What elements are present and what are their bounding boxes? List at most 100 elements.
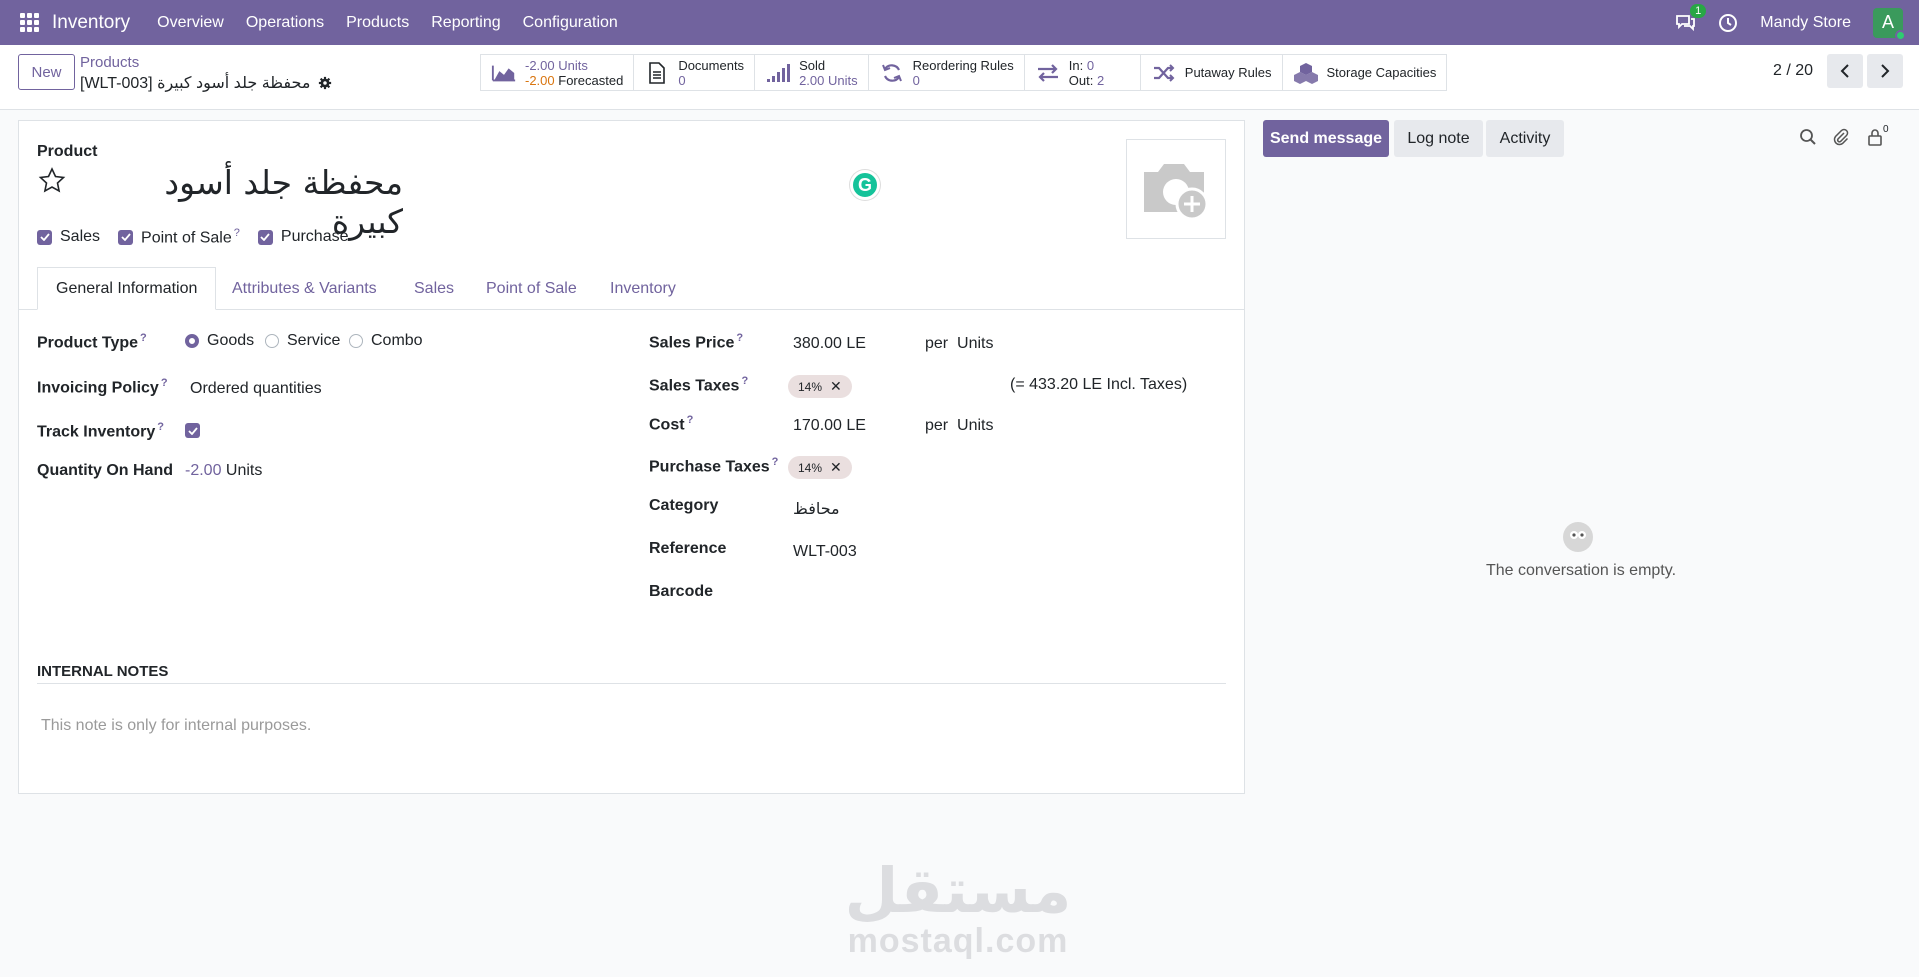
category-select[interactable]: محافظ [793,499,840,519]
record-pager: 2 / 20 [1773,54,1903,88]
product-type-combo-radio[interactable]: Combo [349,332,423,350]
signal-bars-icon [765,62,791,84]
track-inventory-checkbox[interactable] [185,423,200,438]
invoicing-policy-select[interactable]: Ordered quantities [190,380,322,398]
search-icon[interactable] [1799,128,1817,146]
remove-tag-icon[interactable]: ✕ [830,459,842,476]
combo-label: Combo [371,332,423,349]
sales-checkbox[interactable]: Sales [37,227,100,247]
sales-tax-tag[interactable]: 14% ✕ [788,375,852,398]
help-icon[interactable]: ? [741,375,748,387]
barcode-input[interactable] [793,583,1213,605]
radio-selected-icon [185,334,199,348]
pager-next-button[interactable] [1867,54,1903,88]
product-type-service-radio[interactable]: Service [265,332,340,350]
help-icon[interactable]: ? [772,456,779,468]
watermark-latin: mostaql.com [847,922,1069,960]
top-navbar: Inventory Overview Operations Products R… [0,0,1919,45]
documents-smart-button[interactable]: Documents 0 [634,55,756,90]
follower-lock-icon[interactable] [1866,128,1884,146]
apps-menu-icon[interactable] [20,12,40,33]
quantity-on-hand-label: Quantity On Hand [37,462,173,479]
log-note-button[interactable]: Log note [1394,120,1483,157]
product-form-sheet: Product محفظة جلد أسود كبيرة G Sales Poi… [18,120,1245,794]
tab-inventory[interactable]: Inventory [610,267,676,310]
documents-label: Documents [678,57,745,73]
purchase-checkbox[interactable]: Purchase [257,227,348,247]
messaging-icon[interactable]: 1 [1674,3,1707,34]
help-icon[interactable]: ? [687,414,694,426]
user-avatar[interactable]: A [1873,7,1906,41]
app-name[interactable]: Inventory [52,12,130,34]
reordering-value: 0 [912,72,920,88]
help-icon[interactable]: ? [234,227,240,239]
quantity-on-hand-value[interactable]: -2.00 Units [185,462,262,480]
help-icon[interactable]: ? [736,332,743,344]
sales-price-per: per Units [925,335,994,352]
reference-input[interactable]: WLT-003 [793,543,857,561]
control-panel: New Products [WLT-003] محفظة جلد أسود كب… [0,45,1919,110]
tab-sales[interactable]: Sales [414,267,454,310]
product-image-upload[interactable] [1126,139,1226,239]
checkbox-checked-icon [118,229,134,245]
menu-configuration[interactable]: Configuration [512,14,629,32]
product-label: Product [37,143,98,160]
product-type-goods-radio[interactable]: Goods [185,332,254,350]
cost-label: Cost? [649,414,694,434]
watermark-arabic: مستقل [844,854,1072,927]
exchange-arrows-icon [1035,62,1061,84]
breadcrumb-current: [WLT-003] محفظة جلد أسود كبيرة [80,73,332,93]
online-status-icon [1895,29,1906,41]
menu-overview[interactable]: Overview [146,14,235,32]
cubes-icon [1293,62,1319,84]
pos-checkbox[interactable]: Point of Sale? [118,227,240,247]
help-icon[interactable]: ? [157,421,164,433]
menu-products[interactable]: Products [335,14,420,32]
breadcrumb-products[interactable]: Products [80,54,139,71]
activity-button[interactable]: Activity [1486,120,1564,157]
in-label: In: [1068,57,1084,73]
remove-tag-icon[interactable]: ✕ [830,378,842,395]
onhand-smart-button[interactable]: -2.00 Units -2.00 Forecasted [481,55,635,90]
pager-value[interactable]: 2 / 20 [1773,62,1813,80]
favorite-star-icon[interactable] [37,166,67,196]
activity-clock-icon[interactable] [1718,13,1738,33]
paperclip-icon[interactable] [1832,128,1850,146]
purchase-tax-tag[interactable]: 14% ✕ [788,456,852,479]
pager-previous-button[interactable] [1827,54,1863,88]
company-switcher[interactable]: Mandy Store [1760,14,1851,32]
internal-notes-input[interactable]: This note is only for internal purposes. [41,717,311,735]
grammarly-icon[interactable]: G [850,170,880,200]
storage-capacities-smart-button[interactable]: Storage Capacities [1283,55,1447,90]
product-type-label: Product Type? [37,332,147,352]
tab-general-information[interactable]: General Information [37,267,217,310]
help-icon[interactable]: ? [140,332,147,344]
putaway-rules-smart-button[interactable]: Putaway Rules [1141,55,1283,90]
menu-operations[interactable]: Operations [235,14,335,32]
sales-price-input[interactable]: 380.00 LE [793,335,866,353]
pos-checkbox-label: Point of Sale [141,229,232,247]
onhand-value: -2.00 Units [525,57,588,73]
cost-input[interactable]: 170.00 LE [793,417,866,435]
camera-add-icon [1144,164,1209,221]
purchase-taxes-label: Purchase Taxes? [649,456,779,476]
putaway-label: Putaway Rules [1184,65,1272,80]
chevron-left-icon [1840,64,1849,78]
documents-value: 0 [678,72,686,88]
help-icon[interactable]: ? [161,377,168,389]
product-flags: Sales Point of Sale? Purchase [37,227,348,247]
send-message-button[interactable]: Send message [1263,120,1389,157]
reordering-rules-smart-button[interactable]: Reordering Rules 0 [869,55,1025,90]
sold-smart-button[interactable]: Sold 2.00 Units [755,55,869,90]
tab-attributes-variants[interactable]: Attributes & Variants [232,267,377,310]
tab-point-of-sale[interactable]: Point of Sale [486,267,577,310]
checkbox-checked-icon [37,229,52,245]
area-chart-icon [491,62,517,84]
reference-label: Reference [649,540,727,557]
empty-conversation-text: The conversation is empty. [1486,562,1677,579]
reordering-label: Reordering Rules [912,57,1014,73]
gear-icon[interactable] [318,76,332,90]
menu-reporting[interactable]: Reporting [420,14,511,32]
in-out-smart-button[interactable]: In: 0 Out: 2 [1025,55,1141,90]
new-button[interactable]: New [18,54,75,90]
